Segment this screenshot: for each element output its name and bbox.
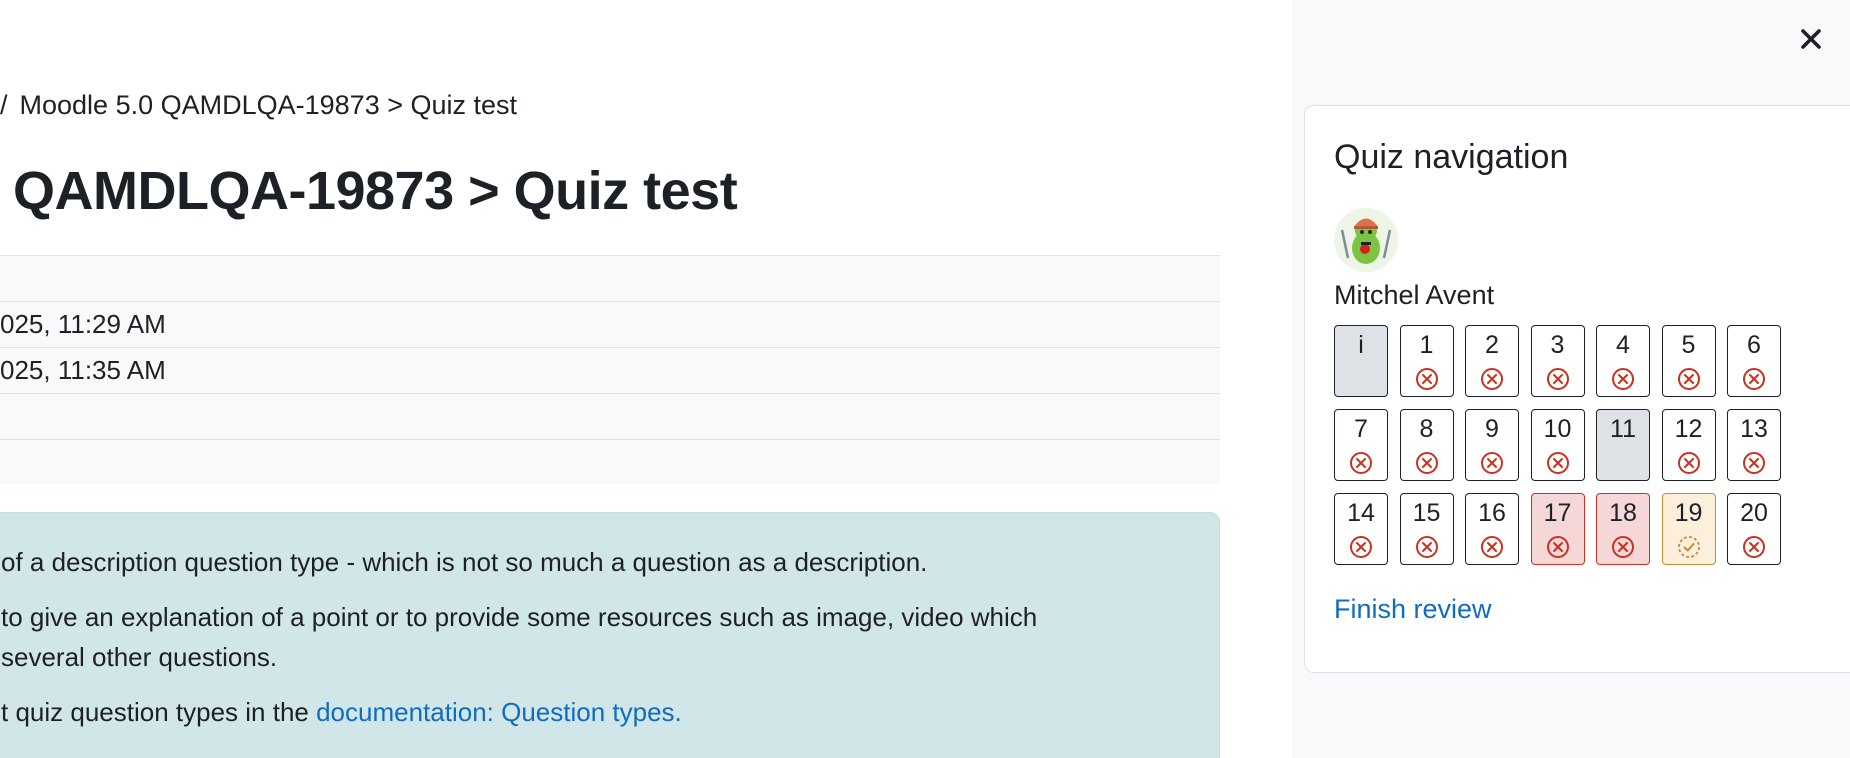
question-number: 13 [1740, 415, 1768, 443]
question-nav-button[interactable]: i [1334, 325, 1388, 397]
question-navigation-grid: i 1 2 3 4 5 6 7 8 9 10 11 12 13 14 15 16 17 18 19 20 [1334, 325, 1782, 565]
summary-row [0, 255, 1220, 301]
description-line: several other questions. [1, 642, 278, 672]
question-number: 9 [1485, 415, 1499, 443]
question-nav-button[interactable]: 17 [1530, 493, 1585, 565]
question-number: 3 [1550, 331, 1565, 359]
incorrect-icon [1743, 536, 1765, 558]
incorrect-icon [1743, 368, 1765, 390]
question-nav-button[interactable]: 1 [1399, 325, 1454, 397]
summary-row [0, 393, 1220, 439]
page-title: QAMDLQA-19873 > Quiz test [13, 161, 738, 221]
question-number: 5 [1681, 331, 1696, 359]
quiz-navigation-drawer: Quiz navigation Mitchel Avent i123456789… [1292, 0, 1850, 758]
incorrect-icon [1415, 452, 1438, 474]
incorrect-icon [1743, 452, 1765, 474]
incorrect-icon [1350, 452, 1372, 474]
question-nav-button[interactable]: 10 [1530, 409, 1585, 481]
description-text: t quiz question types in the [1, 697, 317, 727]
documentation-link[interactable]: documentation: Question types. [316, 697, 682, 727]
question-number: 14 [1347, 499, 1375, 527]
incorrect-icon [1350, 536, 1372, 558]
description-line: to give an explanation of a point or to … [1, 602, 1038, 632]
finish-review-link[interactable]: Finish review [1334, 594, 1492, 625]
partially-correct-icon [1677, 536, 1700, 558]
description-line: of a description question type - which i… [1, 547, 928, 577]
breadcrumb: / Moodle 5.0 QAMDLQA-19873 > Quiz test [0, 90, 517, 121]
incorrect-icon [1546, 368, 1569, 390]
question-nav-button[interactable]: 15 [1399, 493, 1454, 565]
question-nav-button[interactable]: 14 [1334, 493, 1388, 565]
question-number: 20 [1740, 499, 1768, 527]
close-drawer-button[interactable] [1794, 22, 1828, 56]
attempt-summary-table: 025, 11:29 AM 025, 11:35 AM [0, 255, 1220, 484]
main-content: / Moodle 5.0 QAMDLQA-19873 > Quiz test QA… [0, 0, 1292, 758]
question-nav-button[interactable]: 8 [1399, 409, 1454, 481]
close-icon [1801, 29, 1821, 49]
question-number: 7 [1354, 415, 1368, 443]
question-number: 17 [1543, 499, 1572, 527]
question-nav-button[interactable]: 12 [1661, 409, 1716, 481]
question-nav-button[interactable]: 9 [1465, 409, 1519, 481]
breadcrumb-current: Moodle 5.0 QAMDLQA-19873 > Quiz test [19, 90, 518, 120]
incorrect-icon [1415, 536, 1438, 558]
question-number: 15 [1412, 499, 1441, 527]
question-nav-button[interactable]: 20 [1727, 493, 1781, 565]
incorrect-icon [1481, 368, 1503, 390]
question-number: 6 [1747, 331, 1761, 359]
question-number: 2 [1485, 331, 1499, 359]
question-number: 1 [1419, 331, 1434, 359]
avatar[interactable] [1334, 208, 1398, 272]
summary-row-started: 025, 11:29 AM [0, 301, 1220, 347]
description-question-box: of a description question type - which i… [0, 512, 1220, 758]
question-nav-button[interactable]: 7 [1334, 409, 1388, 481]
incorrect-icon [1612, 368, 1634, 390]
question-nav-button[interactable]: 19 [1661, 493, 1716, 565]
incorrect-icon [1677, 368, 1700, 390]
description-line: t quiz question types in the documentati… [1, 697, 682, 728]
question-nav-button[interactable]: 2 [1465, 325, 1519, 397]
question-nav-button[interactable]: 18 [1596, 493, 1650, 565]
question-number: 4 [1616, 331, 1630, 359]
incorrect-icon [1481, 536, 1503, 558]
user-avatar-icon [1334, 208, 1398, 272]
summary-row [0, 439, 1220, 484]
question-nav-button[interactable]: 13 [1727, 409, 1781, 481]
question-nav-button[interactable]: 6 [1727, 325, 1781, 397]
incorrect-icon [1677, 452, 1700, 474]
user-name: Mitchel Avent [1334, 280, 1495, 310]
question-number: 8 [1419, 415, 1434, 443]
question-number: 16 [1478, 499, 1506, 527]
question-number: 12 [1674, 415, 1703, 443]
question-nav-button[interactable]: 16 [1465, 493, 1519, 565]
incorrect-icon [1415, 368, 1438, 390]
question-number: i [1358, 331, 1364, 359]
breadcrumb-separator: / [0, 90, 8, 120]
quiz-navigation-block: Quiz navigation Mitchel Avent i123456789… [1304, 105, 1850, 673]
question-number: 19 [1674, 499, 1703, 527]
incorrect-icon [1481, 452, 1503, 474]
question-number: 10 [1543, 415, 1572, 443]
question-nav-button[interactable]: 5 [1661, 325, 1716, 397]
question-number: 18 [1609, 499, 1637, 527]
question-nav-button[interactable]: 11 [1596, 409, 1650, 481]
incorrect-icon [1612, 536, 1634, 558]
block-title: Quiz navigation [1334, 138, 1569, 176]
incorrect-icon [1546, 536, 1569, 558]
summary-row-completed: 025, 11:35 AM [0, 347, 1220, 393]
question-nav-button[interactable]: 4 [1596, 325, 1650, 397]
incorrect-icon [1546, 452, 1569, 474]
question-nav-button[interactable]: 3 [1530, 325, 1585, 397]
question-number: 11 [1610, 415, 1636, 443]
